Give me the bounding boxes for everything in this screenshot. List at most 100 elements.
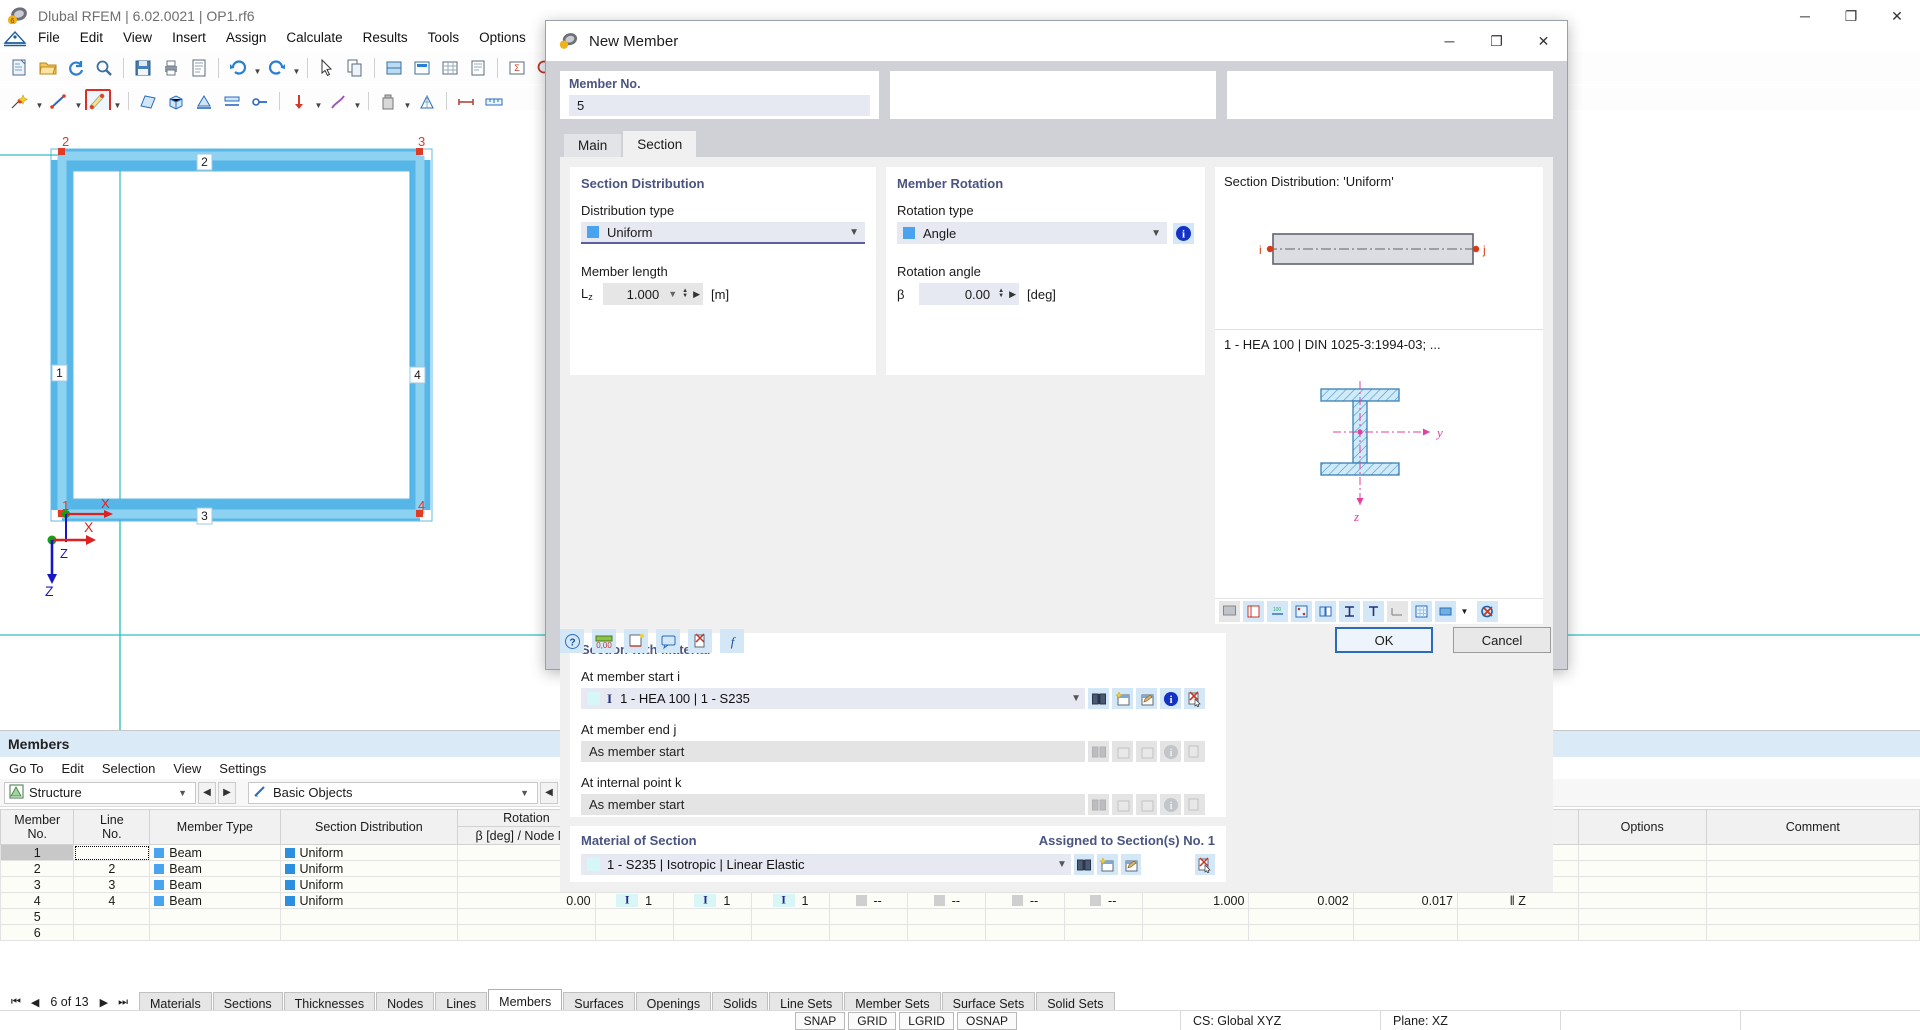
select-section-in-graphics-icon[interactable] (1184, 688, 1205, 709)
new-member-dialog[interactable]: New Member ─ ❐ ✕ Member No. 5 Main Secti… (545, 20, 1568, 892)
cell-line-no[interactable]: 4 (73, 892, 151, 910)
cell-options[interactable] (1577, 892, 1707, 910)
cell-section-distribution[interactable]: Uniform (279, 892, 459, 910)
coordinate-system-icon[interactable] (624, 629, 648, 653)
comment-icon[interactable] (656, 629, 680, 653)
search-icon[interactable] (91, 55, 117, 81)
pager-prev-button[interactable]: ◀ (26, 996, 44, 1009)
cell-volume[interactable] (1248, 924, 1354, 942)
members-menu-goto[interactable]: Go To (0, 759, 52, 778)
units-and-decimals-icon[interactable]: 0,00 (592, 629, 616, 653)
print-preview-icon[interactable] (465, 55, 491, 81)
render-mode-icon[interactable] (381, 55, 407, 81)
th-member-no[interactable]: Member No. (0, 809, 75, 846)
cell-section-distribution[interactable]: Uniform (279, 844, 459, 862)
pager-next-button[interactable]: ▶ (95, 996, 113, 1009)
dialog-maximize-button[interactable]: ❐ (1473, 21, 1520, 61)
menu-assign[interactable]: Assign (216, 27, 277, 48)
chevron-down-icon[interactable]: ▼ (1071, 693, 1085, 704)
th-section-distribution[interactable]: Section Distribution (279, 809, 459, 846)
refresh-icon[interactable] (63, 55, 89, 81)
cell-member-type[interactable] (149, 908, 281, 926)
cell-mass[interactable] (1352, 924, 1458, 942)
cell-section-distribution[interactable]: Uniform (279, 860, 459, 878)
menu-edit[interactable]: Edit (70, 27, 113, 48)
chevron-down-icon[interactable]: ▼ (1151, 228, 1161, 239)
redo-dropdown-caret-icon[interactable]: ▼ (291, 55, 302, 81)
rotation-angle-spinner[interactable]: 0.00 ▲ ▼ ▶ (919, 283, 1019, 305)
print-icon[interactable] (158, 55, 184, 81)
cell-ecc-start[interactable] (985, 924, 1065, 942)
chevron-down-icon[interactable]: ▼ (849, 227, 859, 238)
cell-ecc-end[interactable] (1063, 924, 1143, 942)
distribution-type-combo[interactable]: Uniform ▼ (581, 222, 865, 244)
menu-results[interactable]: Results (353, 27, 418, 48)
cell-options[interactable] (1577, 860, 1707, 878)
cell-position[interactable] (1456, 924, 1579, 942)
cell-member-type[interactable]: Beam (149, 860, 281, 878)
cell-comment[interactable] (1705, 844, 1920, 862)
status-grid-toggle[interactable]: GRID (848, 1011, 897, 1030)
formula-icon[interactable]: f (720, 629, 744, 653)
status-snap-toggle[interactable]: SNAP (794, 1011, 846, 1030)
th-comment[interactable]: Comment (1705, 809, 1920, 846)
edit-material-icon[interactable] (1120, 854, 1142, 875)
cell-line-no[interactable]: 1 (73, 844, 151, 862)
cell-rotation[interactable] (457, 908, 596, 926)
cell-section-end[interactable] (672, 924, 752, 942)
cell-line-no[interactable] (73, 924, 151, 942)
cell-position[interactable]: ‖ Z (1456, 892, 1579, 910)
cell-comment[interactable] (1705, 876, 1920, 894)
cell-ecc-start[interactable] (985, 908, 1065, 926)
menu-file[interactable]: File (28, 27, 70, 48)
table-row[interactable]: 44BeamUniform0.00 1 1 1 -- -- -- --1.000… (0, 892, 1920, 910)
cell-hinge-start[interactable]: -- (829, 892, 909, 910)
cell-ecc-end[interactable]: -- (1063, 892, 1143, 910)
cell-member-type[interactable]: Beam (149, 892, 281, 910)
open-model-icon[interactable] (35, 55, 61, 81)
status-osnap-toggle[interactable]: OSNAP (956, 1011, 1017, 1030)
menu-tools[interactable]: Tools (418, 27, 470, 48)
menu-options[interactable]: Options (469, 27, 536, 48)
cell-volume[interactable]: 0.002 (1248, 892, 1354, 910)
cell-volume[interactable] (1248, 908, 1354, 926)
th-member-type[interactable]: Member Type (149, 809, 281, 846)
structure-combo[interactable]: Structure ▼ (4, 781, 196, 804)
cell-options[interactable] (1577, 924, 1707, 942)
copy-icon[interactable] (342, 55, 368, 81)
cell-comment[interactable] (1705, 908, 1920, 926)
cell-section-end[interactable]: 1 (672, 892, 752, 910)
cell-rotation[interactable] (457, 924, 596, 942)
members-menu-view[interactable]: View (164, 759, 210, 778)
cell-options[interactable] (1577, 908, 1707, 926)
cell-line-no[interactable]: 2 (73, 860, 151, 878)
members-menu-settings[interactable]: Settings (210, 759, 275, 778)
cell-hinge-end[interactable] (907, 908, 987, 926)
cell-hinge-start[interactable] (829, 908, 909, 926)
cell-options[interactable] (1577, 844, 1707, 862)
menu-view[interactable]: View (113, 27, 162, 48)
cell-section-start[interactable] (594, 924, 674, 942)
material-combo[interactable]: 1 - S235 | Isotropic | Linear Elastic ▼ (581, 854, 1071, 875)
edit-section-icon[interactable] (1136, 688, 1157, 709)
cell-ecc-end[interactable] (1063, 908, 1143, 926)
members-menu-edit[interactable]: Edit (52, 759, 92, 778)
structure-prev-button[interactable]: ◀ (198, 781, 216, 804)
new-material-icon[interactable] (1097, 854, 1118, 875)
cell-hinge-end[interactable]: -- (907, 892, 987, 910)
rotation-info-icon[interactable]: i (1173, 222, 1194, 244)
dialog-tab-section[interactable]: Section (623, 131, 697, 157)
cell-member-type[interactable]: Beam (149, 876, 281, 894)
section-info-icon[interactable]: i (1160, 688, 1181, 709)
cell-section-distribution[interactable] (279, 924, 459, 942)
cell-options[interactable] (1577, 876, 1707, 894)
undo-icon[interactable] (225, 55, 251, 81)
cell-section-distribution[interactable]: Uniform (279, 876, 459, 894)
cell-comment[interactable] (1705, 892, 1920, 910)
table-row[interactable]: 6 (0, 924, 1920, 942)
ok-button[interactable]: OK (1335, 627, 1433, 653)
cell-mass[interactable] (1352, 908, 1458, 926)
cell-line-no[interactable] (73, 908, 151, 926)
menu-calculate[interactable]: Calculate (276, 27, 352, 48)
save-icon[interactable] (130, 55, 156, 81)
